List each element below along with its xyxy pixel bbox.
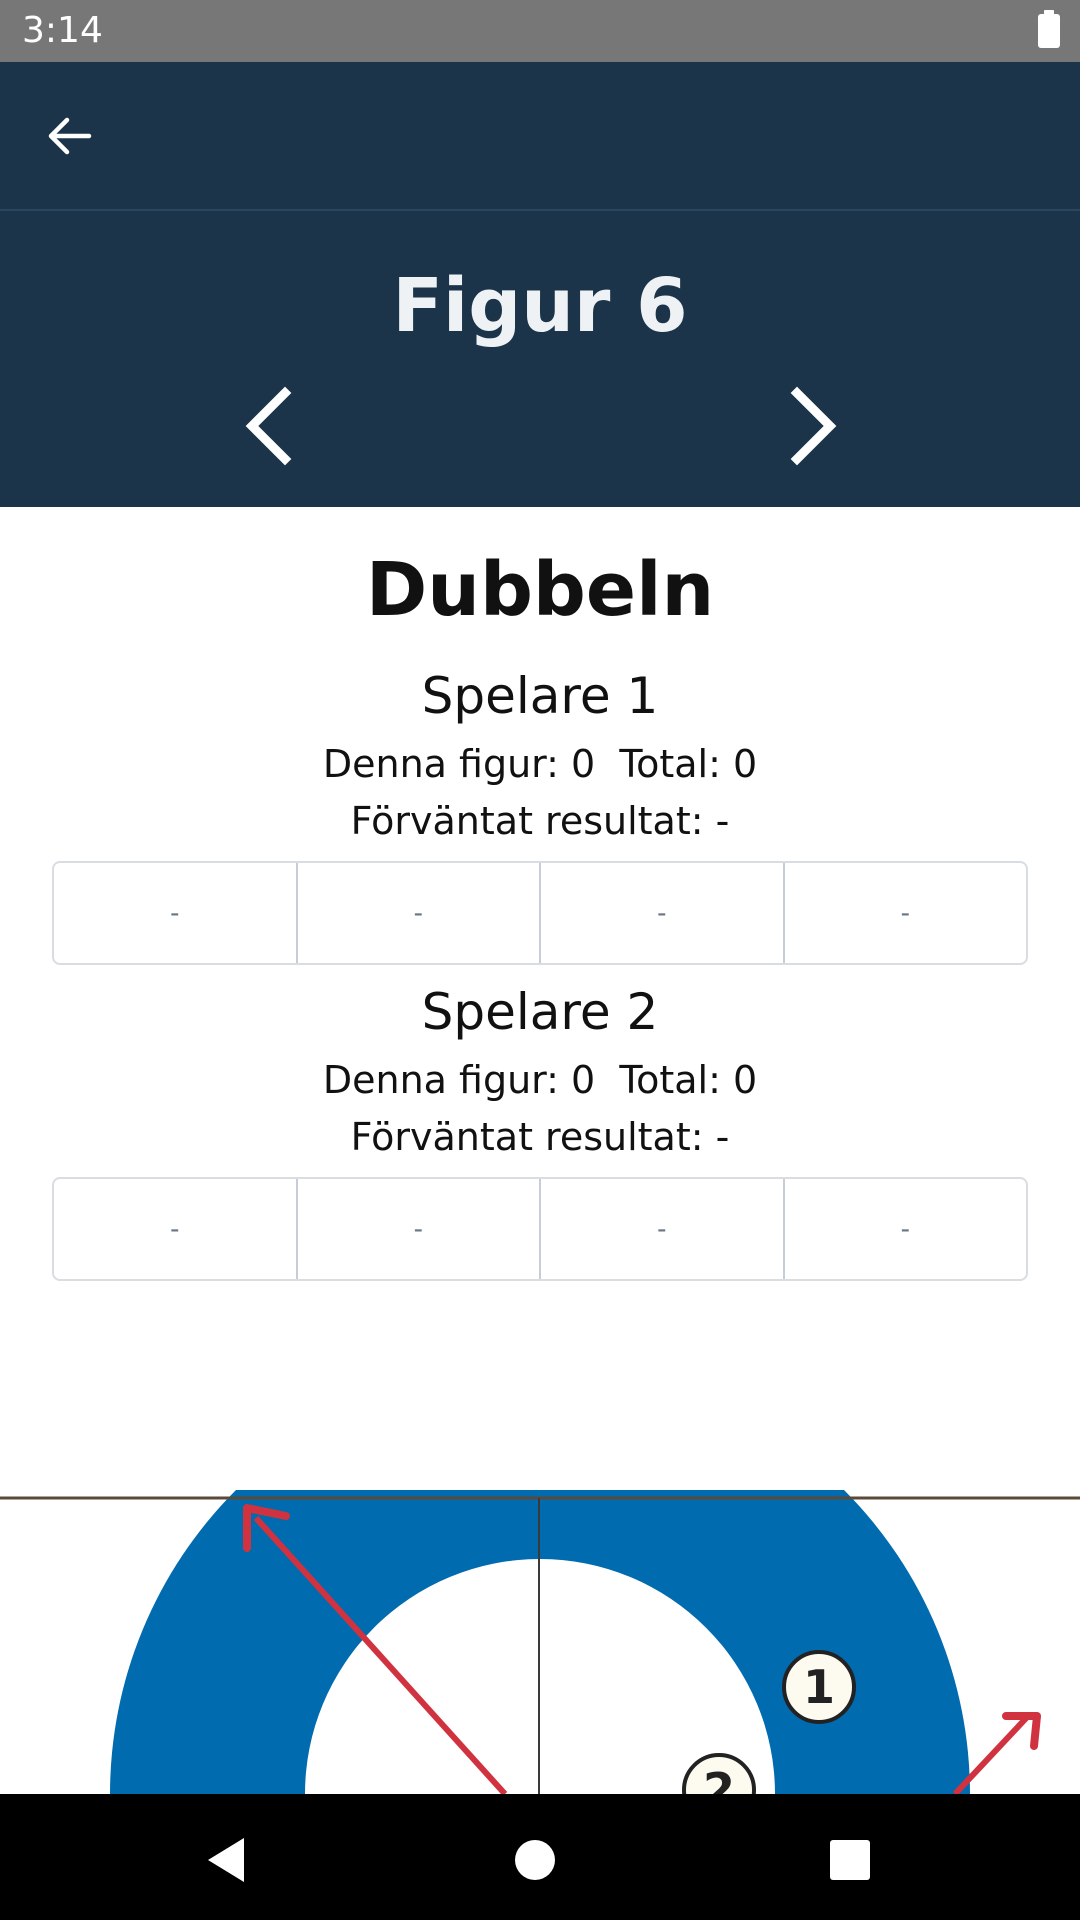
score-cell[interactable]: - [541, 863, 785, 963]
status-bar: 3:14 [0, 0, 1080, 62]
stone-1: 1 [782, 1650, 856, 1724]
player-2-score-row: - - - - [52, 1177, 1028, 1281]
stone-2: 2 [682, 1753, 756, 1794]
player-2-expected: Förväntat resultat: - [350, 1115, 730, 1159]
nav-back-button[interactable] [200, 1830, 260, 1890]
player-1-expected: Förväntat resultat: - [350, 799, 730, 843]
chevron-left-icon [245, 386, 292, 466]
stone-1-label: 1 [803, 1660, 835, 1714]
system-nav-bar [0, 1794, 1080, 1920]
arrow-left-icon [48, 117, 92, 155]
next-figure-button[interactable] [772, 381, 852, 471]
score-cell[interactable]: - [541, 1179, 785, 1279]
chevron-right-icon [790, 386, 837, 466]
game-title: Dubbeln [365, 547, 715, 633]
player-1-name: Spelare 1 [421, 667, 659, 725]
back-button[interactable] [30, 106, 108, 166]
curling-house-diagram: 1 2 [0, 1490, 1080, 1794]
player-1-score-row: - - - - [52, 861, 1028, 965]
figure-diagram: 1 2 [0, 1490, 1080, 1794]
score-cell[interactable]: - [54, 1179, 298, 1279]
stone-2-label: 2 [703, 1763, 735, 1794]
battery-icon [1038, 10, 1060, 48]
status-time: 3:14 [22, 10, 103, 51]
nav-recents-button[interactable] [820, 1830, 880, 1890]
player-2-score: Denna figur: 0 Total: 0 [322, 1058, 758, 1102]
score-cell[interactable]: - [785, 863, 1027, 963]
app-bar [0, 62, 1080, 211]
score-cell[interactable]: - [298, 863, 541, 963]
player-1-score: Denna figur: 0 Total: 0 [322, 742, 758, 786]
triangle-back-icon [208, 1838, 244, 1882]
figure-title: Figur 6 [392, 263, 688, 349]
score-cell[interactable]: - [785, 1179, 1027, 1279]
square-recents-icon [830, 1840, 870, 1880]
score-cell[interactable]: - [298, 1179, 541, 1279]
player-2-name: Spelare 2 [421, 983, 659, 1041]
nav-home-button[interactable] [505, 1830, 565, 1890]
score-cell[interactable]: - [54, 863, 298, 963]
previous-figure-button[interactable] [230, 381, 310, 471]
figure-header: Figur 6 [0, 211, 1080, 507]
circle-home-icon [515, 1840, 555, 1880]
